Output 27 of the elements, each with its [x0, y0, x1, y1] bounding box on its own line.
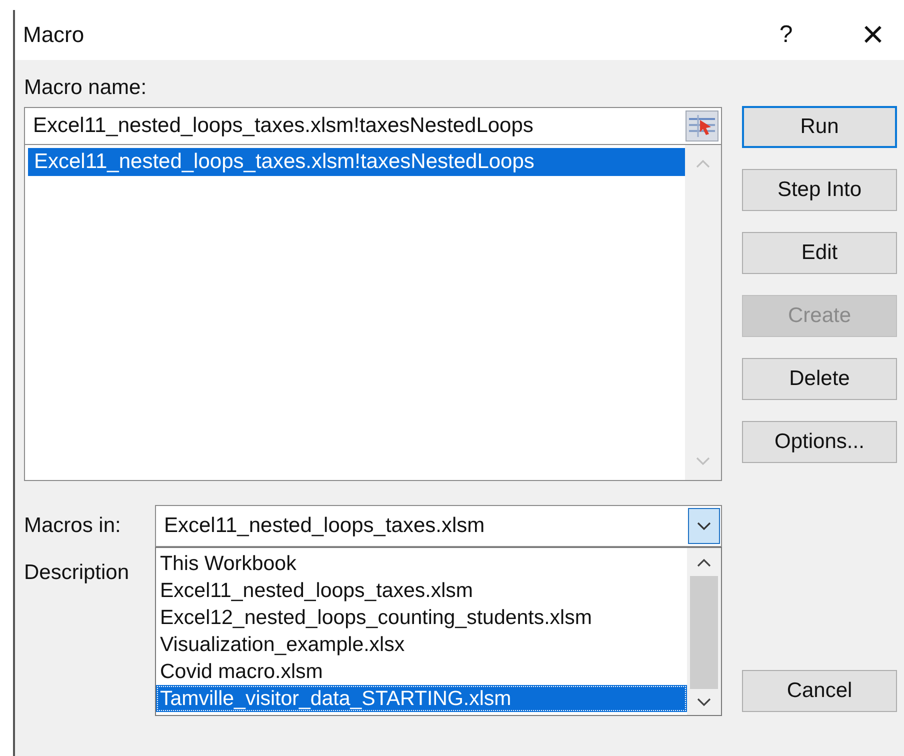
dialog-button[interactable]: Edit — [742, 232, 897, 274]
macro-name-label: Macro name: — [24, 76, 147, 100]
cancel-button[interactable]: Cancel — [742, 670, 897, 712]
description-label: Description — [24, 561, 130, 585]
dropdown-option[interactable]: This Workbook — [156, 550, 687, 577]
window-title: Macro — [23, 22, 86, 48]
dialog-button[interactable]: Run — [742, 106, 897, 148]
dialog-button[interactable]: Step Into — [742, 169, 897, 211]
dropdown-caret-icon[interactable] — [688, 508, 720, 544]
dialog-button[interactable]: Delete — [742, 358, 897, 400]
macro-list-item[interactable]: Excel11_nested_loops_taxes.xlsm!taxesNestedLoops — [28, 148, 685, 176]
help-button[interactable]: ? — [766, 15, 806, 55]
dialog-button[interactable]: Options... — [742, 421, 897, 463]
macros-in-dropdown[interactable]: Excel11_nested_loops_taxes.xlsm — [155, 505, 722, 547]
scroll-up-icon[interactable] — [696, 558, 712, 568]
dropdown-option[interactable]: Covid macro.xlsm — [156, 658, 687, 685]
macro-name-field[interactable]: Excel11_nested_loops_taxes.xlsm!taxesNestedLoops — [24, 107, 722, 145]
close-button[interactable]: × — [852, 15, 894, 55]
macros-in-label: Macros in: — [24, 514, 122, 538]
scrollbar-thumb[interactable] — [690, 576, 718, 689]
dropdown-option[interactable]: Tamville_visitor_data_STARTING.xlsm — [156, 685, 687, 712]
range-picker-icon[interactable] — [685, 110, 719, 142]
scrollbar[interactable] — [687, 548, 721, 715]
dropdown-option[interactable]: Visualization_example.xlsx — [156, 631, 687, 658]
dropdown-option[interactable]: Excel11_nested_loops_taxes.xlsm — [156, 577, 687, 604]
dropdown-option[interactable]: Excel12_nested_loops_counting_students.xlsm — [156, 604, 687, 631]
scroll-down-icon[interactable] — [696, 697, 712, 707]
